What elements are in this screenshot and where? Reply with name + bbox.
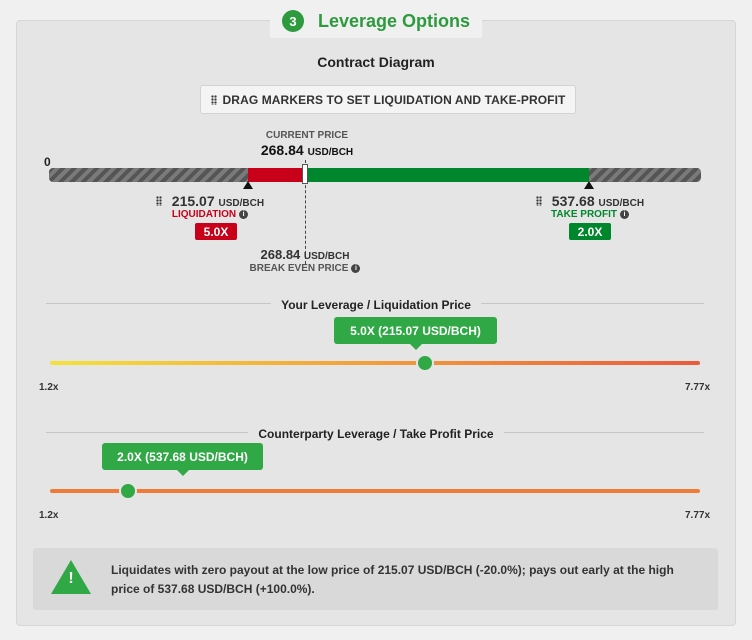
liquidation-price[interactable]: 215.07 USD/BCH (110, 193, 310, 209)
current-price-marker (302, 164, 308, 184)
take-profit-label: TAKE PROFIT i (490, 209, 690, 220)
section-title: Leverage Options (317, 10, 471, 31)
liquidation-leverage-badge: 5.0X (195, 223, 237, 240)
price-axis-zero-label: 0 (44, 155, 51, 169)
liquidation-label: LIQUIDATION i (110, 209, 310, 220)
section-header: 3 Leverage Options (0, 4, 752, 38)
counterparty-leverage-min-label: 1.2x (39, 510, 59, 521)
your-leverage-min-label: 1.2x (39, 382, 59, 393)
your-leverage-slider-thumb[interactable] (416, 354, 434, 372)
liquidation-zone-segment (248, 168, 305, 182)
drag-markers-hint: DRAG MARKERS TO SET LIQUIDATION AND TAKE… (200, 85, 576, 114)
counterparty-leverage-tooltip: 2.0X (537.68 USD/BCH) (102, 443, 263, 476)
your-leverage-max-label: 7.77x (685, 382, 711, 393)
step-number-badge: 3 (281, 10, 304, 32)
current-price-label: CURRENT PRICE (265, 130, 349, 141)
your-leverage-tooltip: 5.0X (215.07 USD/BCH) (334, 317, 497, 350)
break-even-label: BREAK EVEN PRICE i (205, 263, 405, 274)
counterparty-leverage-title: Counterparty Leverage / Take Profit Pric… (248, 427, 504, 441)
info-icon[interactable]: i (619, 209, 629, 219)
your-leverage-title: Your Leverage / Liquidation Price (271, 298, 481, 312)
break-even-price: 268.84 USD/BCH (260, 247, 350, 262)
counterparty-leverage-max-label: 7.77x (685, 510, 711, 521)
counterparty-leverage-slider-track[interactable] (50, 489, 700, 493)
liquidation-marker-handle[interactable] (243, 181, 253, 189)
contract-diagram-title: Contract Diagram (317, 54, 435, 70)
grip-icon (535, 196, 542, 206)
take-profit-marker-handle[interactable] (584, 181, 594, 189)
take-profit-price[interactable]: 537.68 USD/BCH (490, 193, 690, 209)
payout-notice-text: Liquidates with zero payout at the low p… (111, 563, 674, 596)
your-leverage-slider-track[interactable] (50, 361, 700, 365)
current-price-value: 268.84 USD/BCH (260, 142, 354, 158)
grip-icon (155, 196, 162, 206)
info-icon[interactable]: i (239, 209, 249, 219)
warning-exclamation: ! (68, 570, 74, 587)
drag-hint-label: DRAG MARKERS TO SET LIQUIDATION AND TAKE… (222, 92, 566, 107)
take-profit-leverage-badge: 2.0X (569, 223, 611, 240)
info-icon[interactable]: i (351, 263, 361, 273)
profit-zone-segment (305, 168, 589, 182)
counterparty-leverage-slider-thumb[interactable] (119, 482, 137, 500)
grip-icon (210, 94, 217, 105)
